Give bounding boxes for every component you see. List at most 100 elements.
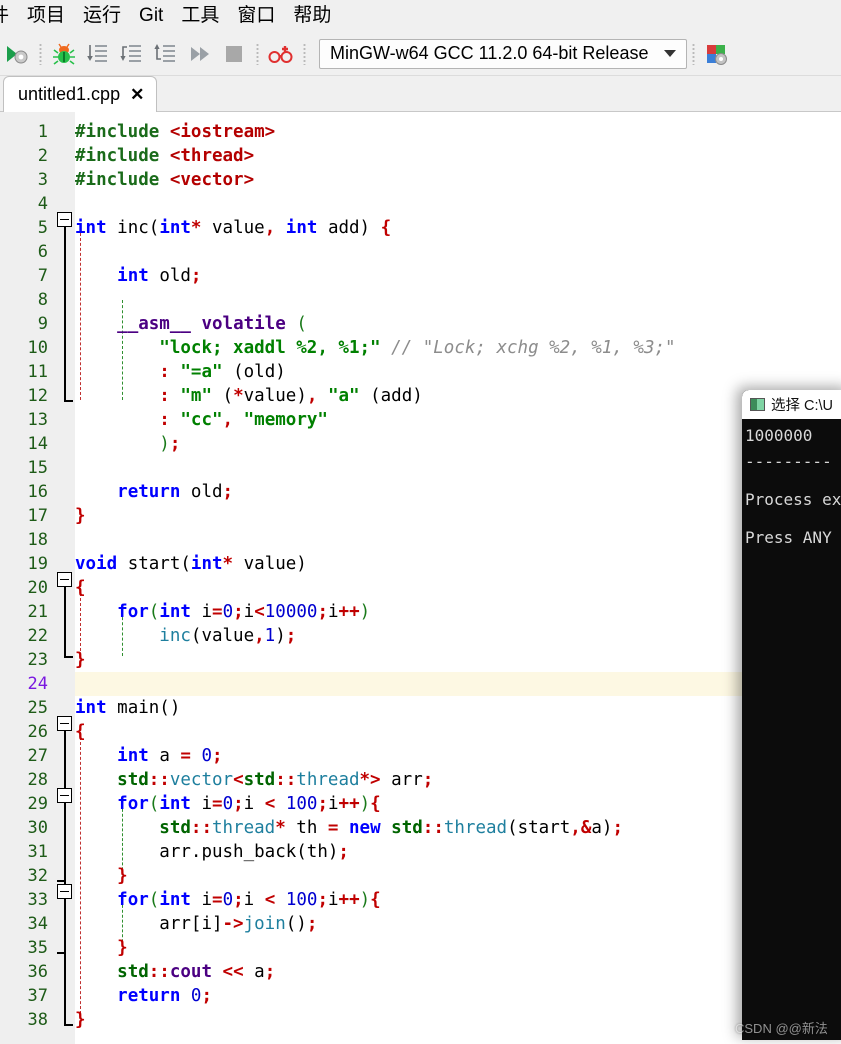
line-number-22: 22: [0, 624, 48, 648]
code-line-7[interactable]: int old;: [75, 264, 201, 288]
line-number-26: 26: [0, 720, 48, 744]
tab-label: untitled1.cpp: [18, 84, 120, 105]
fold-tick: [57, 880, 64, 882]
code-editor[interactable]: 1#include <iostream>2#include <thread>3#…: [0, 112, 841, 1044]
code-line-17[interactable]: }: [75, 504, 86, 528]
console-line-1: ---------: [745, 449, 841, 475]
step-into-icon[interactable]: [83, 39, 113, 69]
tab-untitled1-cpp[interactable]: untitled1.cpp ✕: [3, 76, 157, 112]
line-number-37: 37: [0, 984, 48, 1008]
debug-bug-icon[interactable]: [49, 39, 79, 69]
code-line-29[interactable]: for(int i=0;i < 100;i++){: [75, 792, 381, 816]
menu-bar: 件项目运行Git工具窗口帮助: [0, 0, 841, 32]
continue-fast-forward-icon[interactable]: [185, 39, 215, 69]
menu-item-0[interactable]: 件: [0, 1, 18, 31]
code-line-28[interactable]: std::vector<std::thread*> arr;: [75, 768, 433, 792]
line-number-4: 4: [0, 192, 48, 216]
code-line-22[interactable]: inc(value,1);: [75, 624, 296, 648]
code-line-32[interactable]: }: [75, 864, 128, 888]
code-line-2[interactable]: #include <thread>: [75, 144, 254, 168]
code-line-37[interactable]: return 0;: [75, 984, 212, 1008]
console-window[interactable]: 选择 C:\U 1000000---------Process exPress …: [742, 390, 841, 1040]
console-line-2: [745, 475, 841, 487]
compiler-settings-icon[interactable]: [702, 39, 732, 69]
line-number-19: 19: [0, 552, 48, 576]
line-number-28: 28: [0, 768, 48, 792]
line-number-34: 34: [0, 912, 48, 936]
code-line-38[interactable]: }: [75, 1008, 86, 1032]
line-number-13: 13: [0, 408, 48, 432]
menu-item-2[interactable]: 运行: [74, 1, 130, 31]
add-watch-glasses-icon[interactable]: [266, 39, 296, 69]
fold-bracket-foot: [64, 656, 73, 658]
fold-toggle-line-20[interactable]: [57, 572, 72, 587]
toolbar-separator-3: [303, 43, 306, 65]
code-line-35[interactable]: }: [75, 936, 128, 960]
code-line-27[interactable]: int a = 0;: [75, 744, 223, 768]
line-number-30: 30: [0, 816, 48, 840]
fold-toggle-line-29[interactable]: [57, 788, 72, 803]
code-line-36[interactable]: std::cout << a;: [75, 960, 275, 984]
line-number-16: 16: [0, 480, 48, 504]
line-number-20: 20: [0, 576, 48, 600]
code-line-19[interactable]: void start(int* value): [75, 552, 307, 576]
code-line-33[interactable]: for(int i=0;i < 100;i++){: [75, 888, 381, 912]
line-number-2: 2: [0, 144, 48, 168]
code-line-30[interactable]: std::thread* th = new std::thread(start,…: [75, 816, 623, 840]
ide-window: 件项目运行Git工具窗口帮助: [0, 0, 841, 1044]
console-title-text: 选择 C:\U: [771, 394, 833, 415]
step-out-icon[interactable]: [151, 39, 181, 69]
code-line-10[interactable]: "lock; xaddl %2, %1;" // "Lock; xchg %2,…: [75, 336, 676, 360]
fold-toggle-line-33[interactable]: [57, 884, 72, 899]
code-line-14[interactable]: );: [75, 432, 180, 456]
line-number-12: 12: [0, 384, 48, 408]
menu-item-6[interactable]: 帮助: [284, 1, 340, 31]
code-line-3[interactable]: #include <vector>: [75, 168, 254, 192]
line-number-9: 9: [0, 312, 48, 336]
line-number-27: 27: [0, 744, 48, 768]
line-number-38: 38: [0, 1008, 48, 1032]
line-number-10: 10: [0, 336, 48, 360]
menu-item-1[interactable]: 项目: [18, 1, 74, 31]
close-icon[interactable]: ✕: [130, 85, 144, 105]
menu-item-3[interactable]: Git: [130, 1, 172, 31]
run-with-settings-icon[interactable]: [2, 39, 32, 69]
fold-toggle-line-5[interactable]: [57, 212, 72, 227]
code-line-26[interactable]: {: [75, 720, 86, 744]
fold-markers[interactable]: [55, 112, 75, 1044]
code-line-34[interactable]: arr[i]->join();: [75, 912, 317, 936]
line-number-32: 32: [0, 864, 48, 888]
line-number-1: 1: [0, 120, 48, 144]
line-number-18: 18: [0, 528, 48, 552]
compiler-set-value: MinGW-w64 GCC 11.2.0 64-bit Release: [330, 43, 648, 64]
toolbar-separator-1: [39, 43, 42, 65]
menu-item-4[interactable]: 工具: [172, 1, 228, 31]
code-line-16[interactable]: return old;: [75, 480, 233, 504]
code-line-25[interactable]: int main(): [75, 696, 180, 720]
toolbar-separator-4: [692, 43, 695, 65]
code-line-9[interactable]: __asm__ volatile (: [75, 312, 307, 336]
line-number-24: 24: [0, 672, 48, 696]
line-number-11: 11: [0, 360, 48, 384]
code-line-1[interactable]: #include <iostream>: [75, 120, 275, 144]
fold-tick: [57, 952, 64, 954]
line-number-6: 6: [0, 240, 48, 264]
code-line-21[interactable]: for(int i=0;i<10000;i++): [75, 600, 370, 624]
step-over-icon[interactable]: [117, 39, 147, 69]
code-line-31[interactable]: arr.push_back(th);: [75, 840, 349, 864]
fold-bracket-line: [64, 731, 66, 1024]
compiler-set-combobox[interactable]: MinGW-w64 GCC 11.2.0 64-bit Release: [319, 39, 687, 69]
code-line-13[interactable]: : "cc", "memory": [75, 408, 328, 432]
menu-item-5[interactable]: 窗口: [228, 1, 284, 31]
code-line-23[interactable]: }: [75, 648, 86, 672]
line-number-21: 21: [0, 600, 48, 624]
code-line-5[interactable]: int inc(int* value, int add) {: [75, 216, 391, 240]
code-line-12[interactable]: : "m" (*value), "a" (add): [75, 384, 423, 408]
stop-square-icon[interactable]: [219, 39, 249, 69]
fold-toggle-line-26[interactable]: [57, 716, 72, 731]
line-number-36: 36: [0, 960, 48, 984]
current-line-highlight: [75, 672, 745, 696]
code-line-20[interactable]: {: [75, 576, 86, 600]
console-title-bar[interactable]: 选择 C:\U: [742, 390, 841, 419]
code-line-11[interactable]: : "=a" (old): [75, 360, 286, 384]
